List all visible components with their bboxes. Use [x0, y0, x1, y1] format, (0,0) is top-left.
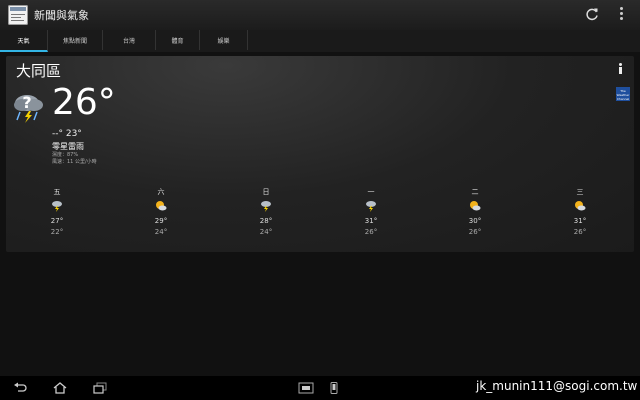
forecast-day-name: 三 — [576, 188, 584, 196]
svg-text:?: ? — [22, 93, 31, 112]
tab-entertainment[interactable]: 娛樂 — [200, 30, 248, 50]
forecast-low: 24° — [154, 228, 168, 236]
refresh-icon[interactable] — [585, 7, 599, 21]
forecast-low: 26° — [573, 228, 587, 236]
forecast-high: 29° — [154, 217, 168, 225]
wind-text: 風速：11 公里/小時 — [52, 159, 97, 165]
forecast-day: 二 30° 26° — [455, 187, 495, 236]
tab-bar: 天氣 焦點新聞 台灣 體育 娛樂 — [0, 30, 640, 52]
humidity-text: 濕度：87% — [52, 152, 79, 158]
forecast-day-name: 六 — [157, 188, 165, 196]
info-icon[interactable] — [618, 63, 622, 75]
city-name: 大同區 — [16, 62, 62, 80]
forecast-low: 24° — [259, 228, 273, 236]
high-low-temperature: --° 23° — [52, 129, 82, 139]
thunderstorm-icon — [366, 201, 376, 212]
thunderstorm-question-icon: ? — [14, 93, 43, 123]
forecast-day: 日 28° 24° — [246, 187, 286, 236]
recent-apps-icon[interactable] — [93, 382, 107, 394]
forecast-day-name: 日 — [262, 188, 270, 196]
weather-card[interactable]: 大同區 The Weather Channel ? 26° --° 23° 零星… — [6, 56, 634, 252]
overflow-menu-icon[interactable] — [618, 7, 624, 23]
partly-cloudy-icon — [156, 201, 167, 211]
partly-cloudy-icon — [575, 201, 586, 211]
forecast-day: 六 29° 24° — [141, 187, 181, 236]
forecast-day: 五 27° 22° — [37, 187, 77, 236]
forecast-day: 三 31° 26° — [560, 187, 600, 236]
tab-taiwan[interactable]: 台灣 — [103, 30, 156, 50]
current-temperature: 26° — [52, 82, 116, 123]
home-icon[interactable] — [53, 382, 67, 394]
forecast-high: 31° — [573, 217, 587, 225]
forecast-high: 30° — [468, 217, 482, 225]
screenshot-icon[interactable] — [298, 382, 314, 394]
action-bar: 新聞與氣象 — [0, 0, 640, 30]
forecast-low: 26° — [468, 228, 482, 236]
forecast-high: 28° — [259, 217, 273, 225]
forecast-high: 31° — [364, 217, 378, 225]
forecast-low: 22° — [50, 228, 64, 236]
phone-mode-icon[interactable] — [329, 382, 339, 394]
forecast-day: 一 31° 26° — [351, 187, 391, 236]
forecast-day-name: 二 — [471, 188, 479, 196]
watermark: jk_munin111@sogi.com.tw — [476, 379, 638, 393]
tab-top-news[interactable]: 焦點新聞 — [48, 30, 103, 50]
thunderstorm-icon — [261, 201, 271, 212]
app-title: 新聞與氣象 — [34, 9, 89, 22]
forecast-day-name: 五 — [53, 188, 61, 196]
forecast-low: 26° — [364, 228, 378, 236]
thunderstorm-icon — [52, 201, 62, 212]
back-icon[interactable] — [12, 382, 28, 394]
app-icon[interactable] — [8, 5, 28, 25]
forecast-day-name: 一 — [367, 188, 375, 196]
weather-channel-logo[interactable]: The Weather Channel — [616, 87, 630, 101]
tab-weather[interactable]: 天氣 — [0, 30, 48, 52]
forecast-high: 27° — [50, 217, 64, 225]
partly-cloudy-icon — [470, 201, 481, 211]
tab-sports[interactable]: 體育 — [156, 30, 200, 50]
